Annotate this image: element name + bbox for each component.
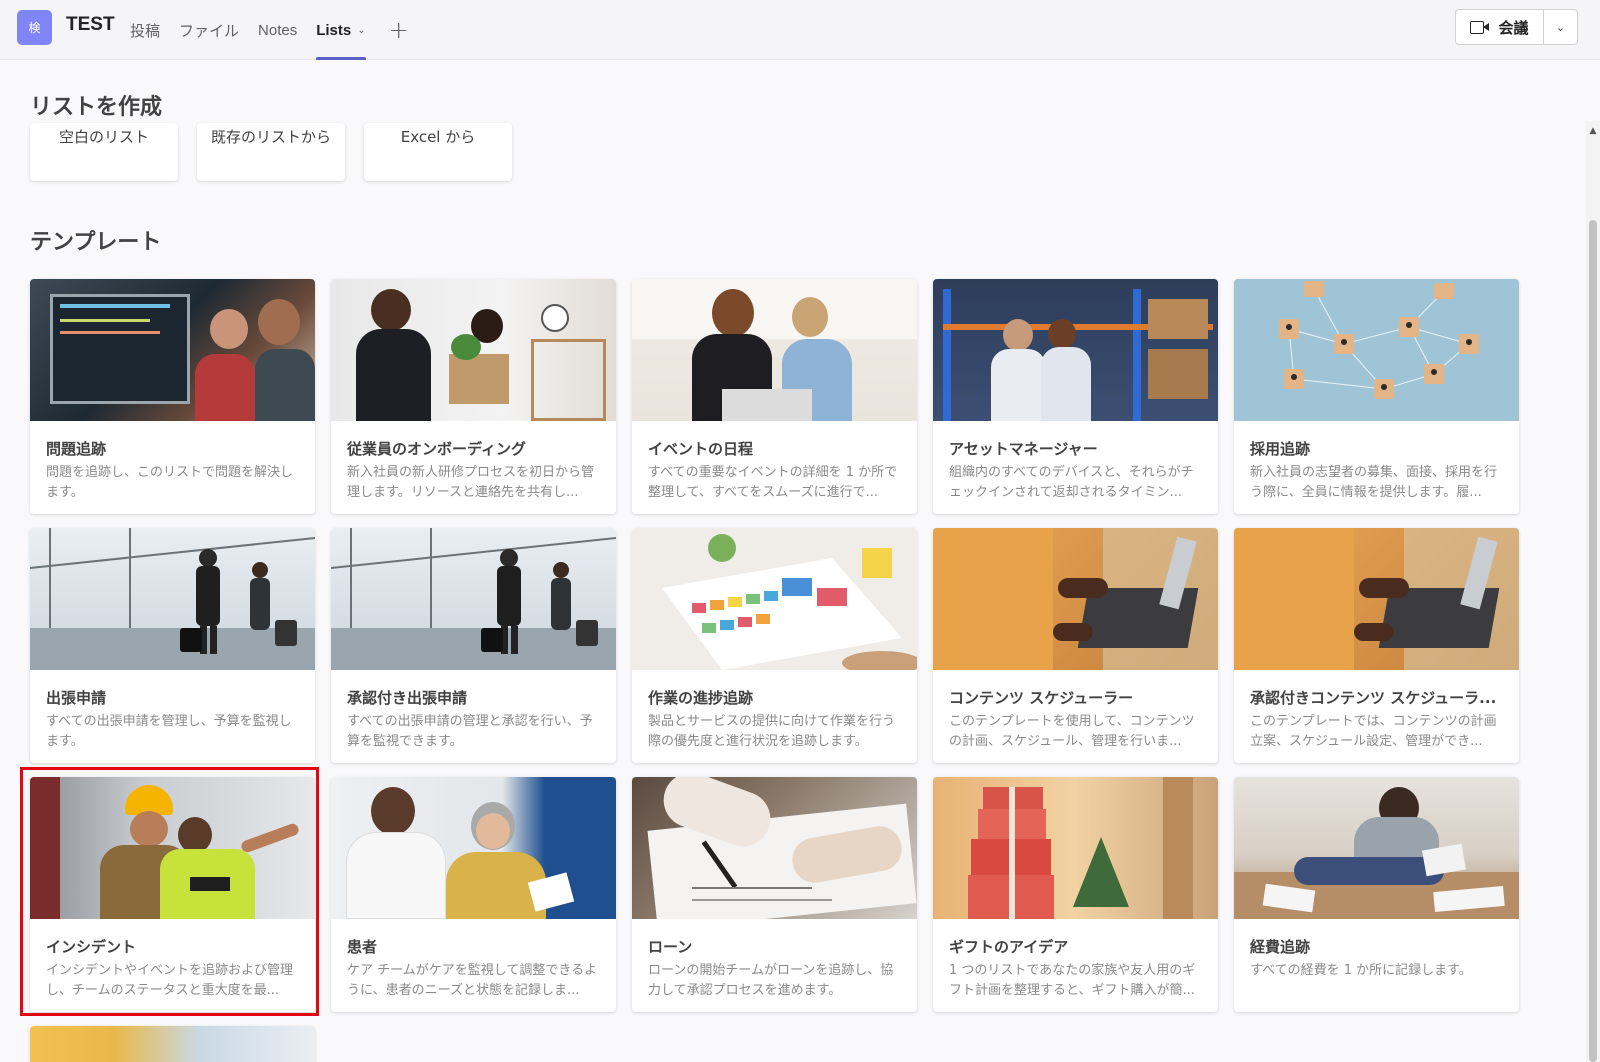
- app-header: 検 TEST 投稿 ファイル Notes Lists ⌄ + 会議 ⌄: [0, 0, 1600, 60]
- template-title: ローン: [648, 938, 693, 956]
- team-name[interactable]: TEST: [66, 14, 115, 36]
- template-card-content-scheduler[interactable]: コンテンツ スケジューラー このテンプレートを使用して、コンテンツの計画、スケジ…: [933, 528, 1218, 763]
- template-thumbnail: [331, 777, 616, 919]
- template-title: イベントの日程: [648, 440, 754, 458]
- meet-button-group: 会議 ⌄: [1455, 9, 1578, 45]
- template-description: インシデントやイベントを追跡および管理し、チームのステータスと重大度を最...: [46, 963, 294, 998]
- template-card-employee-onboarding[interactable]: 従業員のオンボーディング 新入社員の新人研修プロセスを初日から管理します。リソー…: [331, 279, 616, 514]
- tab-lists[interactable]: Lists ⌄: [316, 0, 367, 60]
- template-description: 新入社員の志望者の募集、面接、採用を行う際に、全員に情報を提供します。履...: [1250, 465, 1498, 500]
- option-label: 既存のリストから: [210, 128, 331, 146]
- meet-label: 会議: [1498, 18, 1529, 37]
- chevron-down-icon[interactable]: ⌄: [357, 25, 365, 36]
- tab-label: 投稿: [130, 22, 161, 40]
- template-description: このテンプレートを使用して、コンテンツの計画、スケジュール、管理を行いま...: [949, 714, 1195, 749]
- template-card-event-itinerary[interactable]: イベントの日程 すべての重要なイベントの詳細を 1 か所で整理して、すべてをスム…: [632, 279, 917, 514]
- template-title: ギフトのアイデア: [949, 938, 1069, 956]
- template-thumbnail: [30, 528, 315, 670]
- template-card-partial[interactable]: [30, 1026, 315, 1062]
- template-description: すべての出張申請を管理し、予算を監視します。: [46, 714, 292, 749]
- template-card-travel-request[interactable]: 出張申請 すべての出張申請を管理し、予算を監視します。: [30, 528, 315, 763]
- template-card-gift-ideas[interactable]: ギフトのアイデア 1 つのリストであなたの家族や友人用のギフト計画を整理すると、…: [933, 777, 1218, 1012]
- template-title: インシデント: [46, 938, 137, 956]
- template-title: コンテンツ スケジューラー: [949, 689, 1134, 707]
- template-thumbnail: [632, 777, 917, 919]
- template-thumbnail: [933, 279, 1218, 421]
- template-description: すべての重要なイベントの詳細を 1 か所で整理して、すべてをスムーズに進行で..…: [648, 465, 898, 500]
- video-camera-icon: [1470, 20, 1490, 34]
- template-card-travel-request-approval[interactable]: 承認付き出張申請 すべての出張申請の管理と承認を行い、予算を監視できます。: [331, 528, 616, 763]
- template-description: 1 つのリストであなたの家族や友人用のギフト計画を整理すると、ギフト購入が簡..…: [949, 963, 1196, 998]
- scroll-up-icon[interactable]: ▲: [1586, 126, 1600, 138]
- template-title: 採用追跡: [1250, 440, 1311, 458]
- blank-list-option[interactable]: 空白のリスト: [30, 123, 178, 181]
- template-thumbnail: [1234, 777, 1519, 919]
- channel-tabs: 投稿 ファイル Notes Lists ⌄ +: [130, 0, 409, 60]
- template-title: 承認付きコンテンツ スケジューラ...: [1250, 689, 1497, 707]
- option-label: 空白のリスト: [58, 128, 149, 146]
- chevron-down-icon: ⌄: [1555, 20, 1566, 34]
- airport-illustration: [30, 528, 315, 670]
- template-title: アセットマネージャー: [949, 440, 1098, 458]
- template-thumbnail: [30, 279, 315, 421]
- template-thumbnail: [933, 528, 1218, 670]
- tab-notes[interactable]: Notes: [258, 0, 297, 60]
- template-card-recruitment-tracker[interactable]: 採用追跡 新入社員の志望者の募集、面接、採用を行う際に、全員に情報を提供します。…: [1234, 279, 1519, 514]
- template-title: 患者: [347, 938, 378, 956]
- template-description: ケア チームがケアを監視して調整できるように、患者のニーズと状態を記録しま...: [347, 963, 598, 998]
- template-description: 組織内のすべてのデバイスと、それらがチェックインされて返却されるタイミン...: [949, 465, 1194, 500]
- template-card-expense-tracker[interactable]: 経費追跡 すべての経費を 1 か所に記録します。: [1234, 777, 1519, 1012]
- airport-illustration: [331, 528, 616, 670]
- template-card-asset-manager[interactable]: アセットマネージャー 組織内のすべてのデバイスと、それらがチェックインされて返却…: [933, 279, 1218, 514]
- template-thumbnail: [30, 1026, 315, 1062]
- template-title: 経費追跡: [1250, 938, 1311, 956]
- template-thumbnail: [30, 777, 315, 919]
- templates-title: テンプレート: [30, 230, 162, 255]
- tab-posts[interactable]: 投稿: [130, 0, 160, 60]
- template-thumbnail: [331, 528, 616, 670]
- from-excel-option[interactable]: Excel から: [364, 123, 512, 181]
- tab-files[interactable]: ファイル: [179, 0, 239, 60]
- template-thumbnail: [1234, 279, 1519, 421]
- tab-label: ファイル: [179, 22, 240, 40]
- template-title: 承認付き出張申請: [347, 689, 468, 707]
- template-thumbnail: [331, 279, 616, 421]
- template-description: すべての経費を 1 か所に記録します。: [1250, 963, 1472, 978]
- template-thumbnail: [933, 777, 1218, 919]
- network-illustration: [1279, 281, 1479, 399]
- template-card-issue-tracker[interactable]: 問題追跡 問題を追跡し、このリストで問題を解決します。: [30, 279, 315, 514]
- template-description: 問題を追跡し、このリストで問題を解決します。: [46, 465, 294, 500]
- plus-icon[interactable]: +: [389, 16, 409, 44]
- template-title: 出張申請: [46, 689, 107, 707]
- template-thumbnail: [632, 279, 917, 421]
- template-card-patients[interactable]: 患者 ケア チームがケアを監視して調整できるように、患者のニーズと状態を記録しま…: [331, 777, 616, 1012]
- template-description: このテンプレートでは、コンテンツの計画立案、スケジュール設定、管理ができ...: [1250, 714, 1497, 749]
- lists-content: リストを作成 空白のリスト 既存のリストから Excel から テンプレート 問…: [0, 61, 1586, 1062]
- tab-label: Lists: [316, 21, 352, 39]
- template-description: ローンの開始チームがローンを追跡し、協力して承認プロセスを進めます。: [648, 963, 894, 998]
- from-existing-list-option[interactable]: 既存のリストから: [197, 123, 345, 181]
- charts-paper-illustration: [662, 534, 917, 670]
- meet-button[interactable]: 会議: [1456, 10, 1544, 44]
- template-title: 従業員のオンボーディング: [347, 440, 526, 458]
- template-title: 作業の進捗追跡: [648, 689, 754, 707]
- team-avatar[interactable]: 検: [17, 10, 52, 45]
- meet-dropdown-button[interactable]: ⌄: [1544, 10, 1577, 44]
- create-list-title: リストを作成: [30, 95, 163, 120]
- template-thumbnail: [632, 528, 917, 670]
- template-description: すべての出張申請の管理と承認を行い、予算を監視できます。: [347, 714, 593, 749]
- scrollbar-thumb[interactable]: [1589, 220, 1597, 1062]
- template-description: 製品とサービスの提供に向けて作業を行う際の優先度と進行状況を追跡します。: [648, 714, 896, 749]
- template-card-loans[interactable]: ローン ローンの開始チームがローンを追跡し、協力して承認プロセスを進めます。: [632, 777, 917, 1012]
- tab-label: Notes: [258, 21, 298, 39]
- template-card-work-progress-tracker[interactable]: 作業の進捗追跡 製品とサービスの提供に向けて作業を行う際の優先度と進行状況を追跡…: [632, 528, 917, 763]
- template-card-content-scheduler-approval[interactable]: 承認付きコンテンツ スケジューラ... このテンプレートでは、コンテンツの計画立…: [1234, 528, 1519, 763]
- option-label: Excel から: [400, 128, 476, 146]
- template-title: 問題追跡: [46, 440, 107, 458]
- template-description: 新入社員の新人研修プロセスを初日から管理します。リソースと連絡先を共有し...: [347, 465, 595, 500]
- template-card-incidents[interactable]: インシデント インシデントやイベントを追跡および管理し、チームのステータスと重大…: [30, 777, 315, 1012]
- template-thumbnail: [1234, 528, 1519, 670]
